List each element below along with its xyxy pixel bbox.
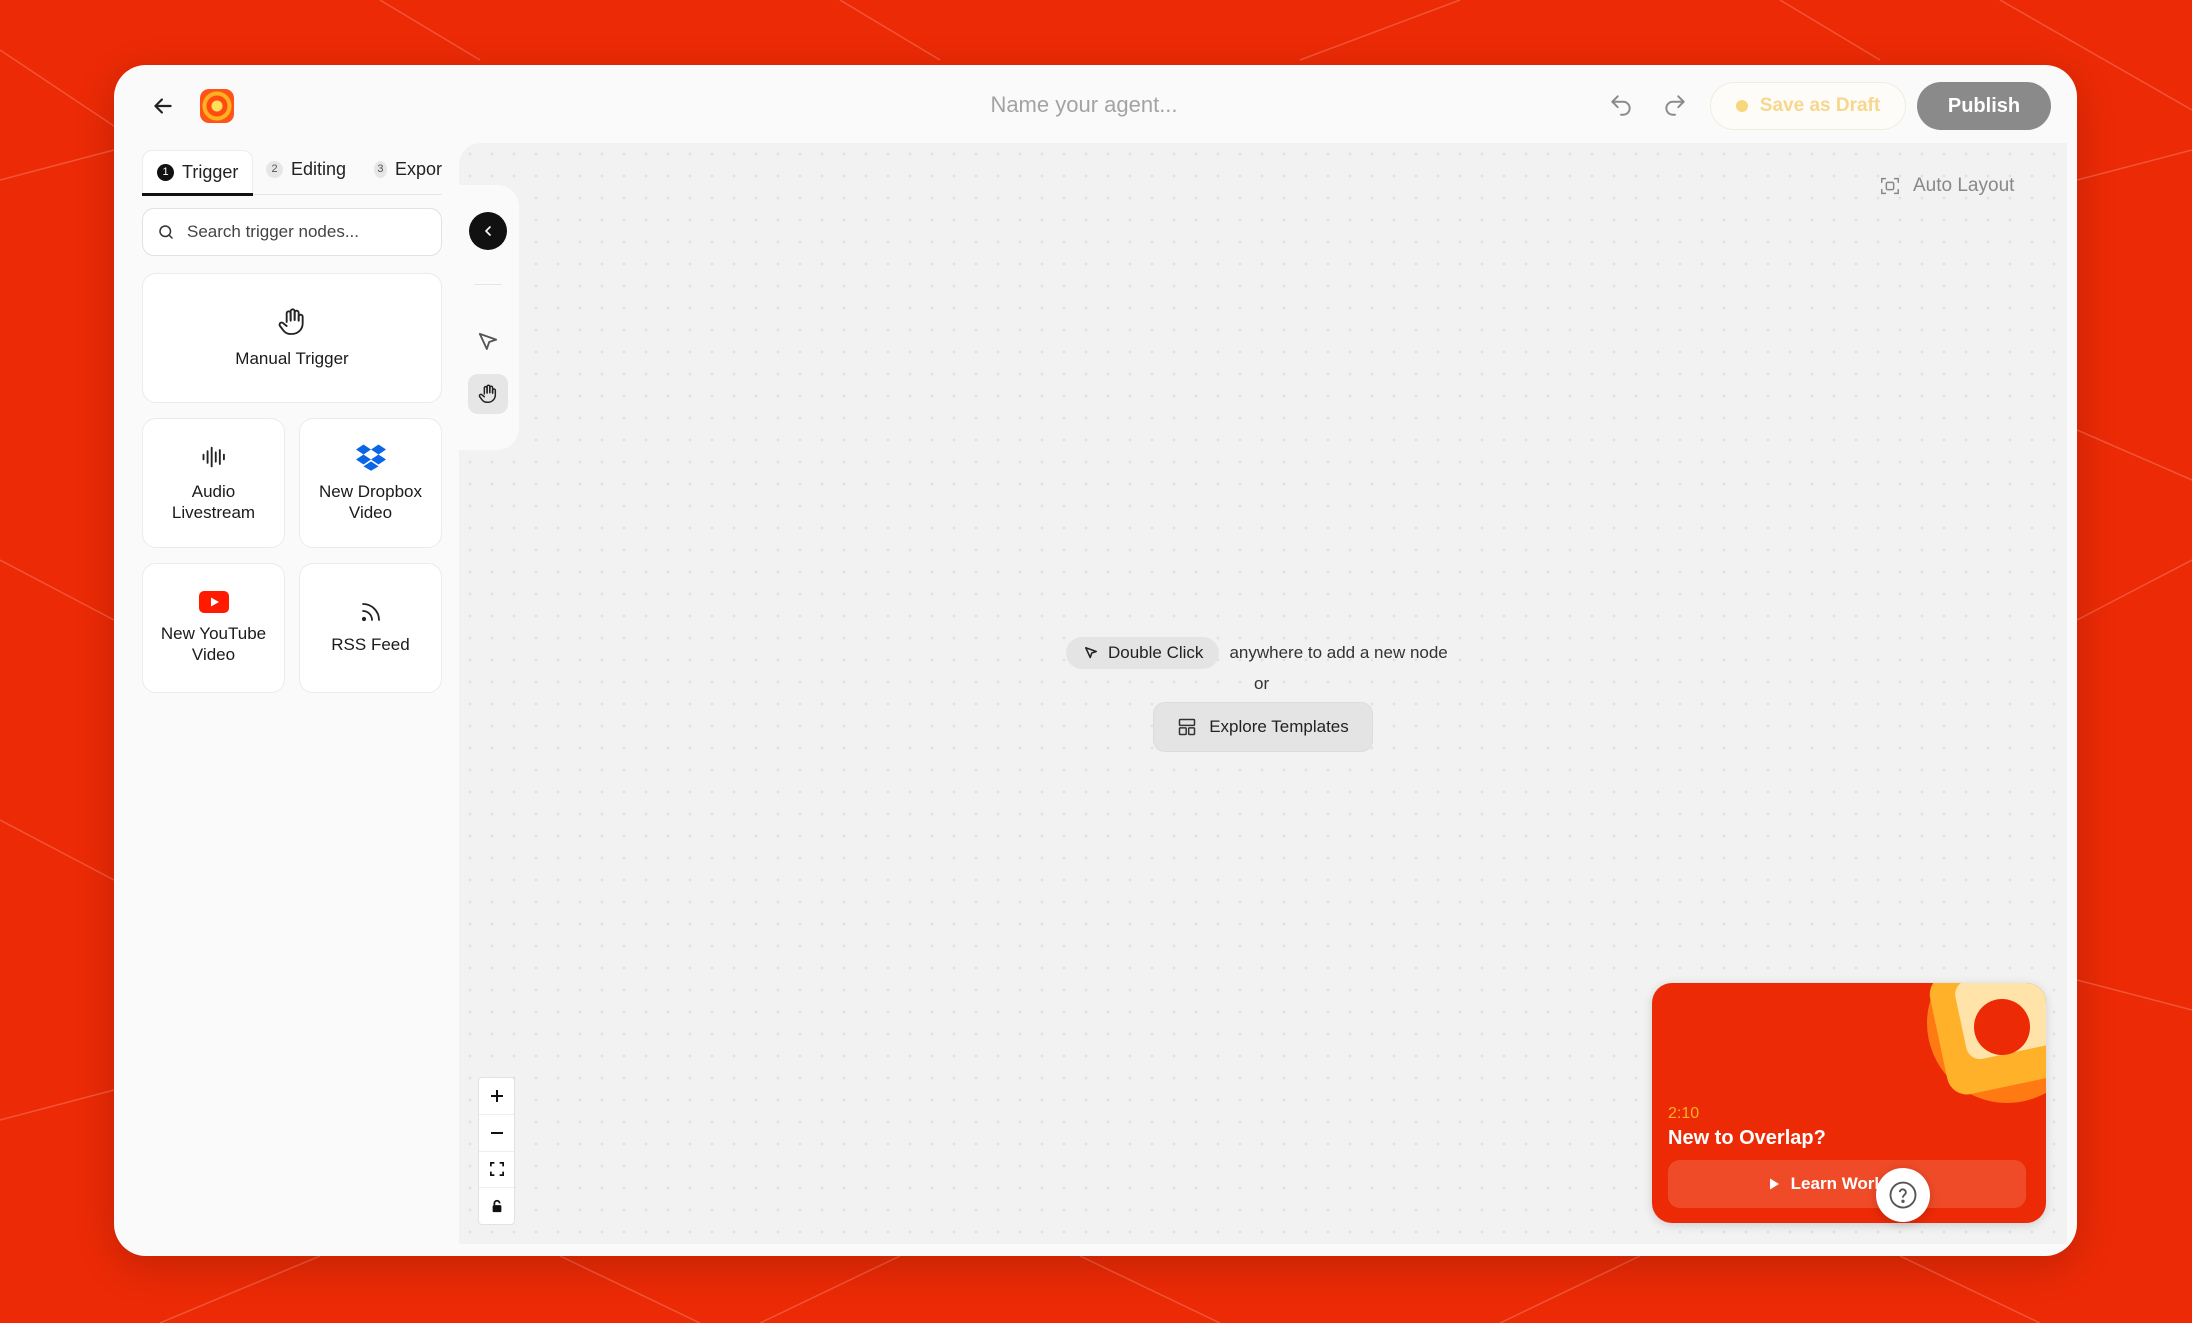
help-button[interactable] — [1876, 1168, 1930, 1222]
templates-icon — [1178, 718, 1196, 736]
plus-icon — [490, 1089, 503, 1102]
auto-layout-button[interactable]: Auto Layout — [1879, 170, 2014, 202]
save-draft-label: Save as Draft — [1759, 95, 1881, 116]
promo-card: 2:10 New to Overlap? Learn Workflows — [1652, 983, 2046, 1223]
search-box — [142, 208, 442, 256]
question-icon — [1889, 1181, 1917, 1209]
undo-icon[interactable] — [1608, 92, 1634, 118]
node-label: RSS Feed — [331, 635, 410, 655]
auto-layout-icon — [1881, 177, 1899, 195]
double-click-chip: Double Click — [1066, 637, 1220, 669]
hand-icon — [278, 308, 304, 336]
fit-view-button[interactable] — [479, 1152, 514, 1189]
learn-workflows-button[interactable]: Learn Workflows — [1668, 1160, 2026, 1208]
tab-label: Expor — [394, 158, 442, 179]
sidebar-tabs: 1 Trigger 2 Editing 3 Expor — [142, 143, 442, 196]
promo-title: New to Overlap? — [1668, 1127, 1826, 1149]
minus-icon — [490, 1131, 503, 1134]
tool-divider — [474, 284, 502, 285]
fit-view-icon — [489, 1162, 504, 1177]
save-draft-button[interactable]: Save as Draft — [1710, 82, 1906, 130]
zoom-controls — [478, 1077, 515, 1225]
hand-tool-button[interactable] — [468, 374, 508, 414]
top-bar: Save as Draft Publish — [114, 65, 2077, 142]
lock-button[interactable] — [479, 1188, 514, 1224]
promo-duration: 2:10 — [1668, 1105, 1700, 1122]
search-input[interactable] — [187, 222, 427, 242]
node-label: New Dropbox Video — [319, 481, 422, 522]
hand-icon — [478, 384, 497, 403]
explore-templates-button[interactable]: Explore Templates — [1153, 702, 1373, 752]
node-new-youtube-video[interactable]: New YouTube Video — [142, 563, 285, 693]
hint-text: anywhere to add a new node — [1229, 643, 1448, 662]
double-click-label: Double Click — [1108, 643, 1204, 662]
auto-layout-label: Auto Layout — [1913, 175, 2015, 196]
play-icon — [1769, 1178, 1779, 1190]
zoom-out-button[interactable] — [479, 1115, 514, 1152]
dropbox-icon — [355, 444, 386, 471]
tab-number: 1 — [157, 163, 174, 181]
tab-label: Editing — [291, 158, 347, 179]
tab-number: 3 — [374, 160, 387, 178]
lock-icon — [492, 1200, 501, 1213]
node-label: New YouTube Video — [160, 623, 267, 664]
tab-export[interactable]: 3 Expor — [374, 143, 442, 195]
zoom-in-button[interactable] — [479, 1078, 514, 1115]
publish-button[interactable]: Publish — [1917, 82, 2051, 130]
redo-icon[interactable] — [1662, 92, 1688, 118]
canvas-hint: Double Click anywhere to add a new node — [1066, 637, 1448, 669]
tab-editing[interactable]: 2 Editing — [266, 143, 346, 195]
node-manual-trigger[interactable]: Manual Trigger — [142, 273, 442, 403]
chevron-left-icon — [485, 226, 491, 236]
explore-templates-label: Explore Templates — [1209, 717, 1349, 736]
back-arrow-icon[interactable] — [150, 93, 176, 119]
rss-icon — [361, 603, 380, 622]
node-rss-feed[interactable]: RSS Feed — [299, 563, 442, 693]
youtube-icon — [198, 590, 229, 613]
node-new-dropbox-video[interactable]: New Dropbox Video — [299, 418, 442, 548]
cursor-icon — [1085, 647, 1097, 659]
audio-waveform-icon — [202, 446, 225, 468]
tab-trigger[interactable]: 1 Trigger — [142, 143, 254, 196]
draft-status-dot — [1735, 100, 1748, 112]
search-icon — [159, 225, 173, 239]
agent-name-input[interactable] — [864, 85, 1304, 125]
hint-or-text: or — [1254, 674, 1270, 693]
collapse-sidebar-button[interactable] — [469, 212, 507, 250]
app-logo — [200, 89, 234, 123]
node-label: Manual Trigger — [235, 349, 349, 369]
node-label: Audio Livestream — [171, 481, 256, 522]
tab-number: 2 — [266, 160, 283, 178]
tab-label: Trigger — [182, 161, 239, 182]
app-window: Save as Draft Publish 1 Trigger 2 Editin… — [114, 65, 2077, 1256]
node-audio-livestream[interactable]: Audio Livestream — [142, 418, 285, 548]
pointer-tool-icon[interactable] — [474, 328, 502, 356]
